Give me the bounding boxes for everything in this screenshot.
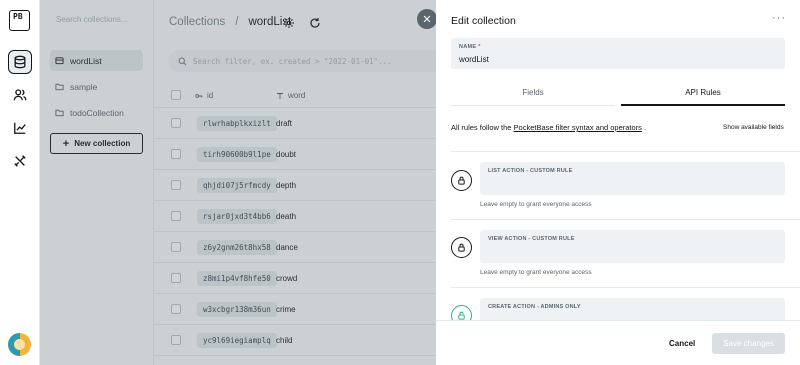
lock-icon bbox=[458, 176, 465, 185]
users-icon bbox=[13, 89, 27, 101]
unlock-icon bbox=[458, 311, 465, 320]
show-available-fields-button[interactable]: Show available fields bbox=[723, 124, 784, 131]
lock-icon bbox=[458, 243, 465, 252]
more-options-button[interactable]: ··· bbox=[772, 12, 786, 24]
panel-title: Edit collection bbox=[451, 15, 516, 27]
logo-text: PB bbox=[13, 12, 23, 21]
create-rule-label: CREATE ACTION - ADMINS ONLY bbox=[488, 304, 581, 310]
tab-fields[interactable]: Fields bbox=[451, 80, 615, 106]
name-field-label: NAME * bbox=[459, 44, 481, 50]
list-rule-label: LIST ACTION - CUSTOM RULE bbox=[488, 168, 573, 174]
tab-api-rules[interactable]: API Rules bbox=[621, 80, 785, 106]
collection-name-field[interactable]: NAME * wordList bbox=[451, 38, 785, 69]
name-field-value[interactable]: wordList bbox=[459, 55, 489, 64]
modal-overlay[interactable] bbox=[40, 0, 436, 365]
cancel-button[interactable]: Cancel bbox=[669, 339, 695, 348]
filter-syntax-link[interactable]: PocketBase filter syntax and operators bbox=[514, 123, 642, 132]
divider bbox=[451, 287, 800, 288]
required-marker: * bbox=[478, 44, 481, 50]
view-rule-hint: Leave empty to grant everyone access bbox=[480, 269, 592, 276]
list-rule-lock-toggle[interactable] bbox=[451, 170, 472, 191]
chart-icon bbox=[14, 122, 26, 134]
pocketbase-logo[interactable]: PB bbox=[9, 10, 30, 31]
list-rule-hint: Leave empty to grant everyone access bbox=[480, 201, 592, 208]
divider bbox=[451, 219, 800, 220]
tools-icon bbox=[14, 155, 26, 167]
avatar[interactable] bbox=[8, 333, 31, 356]
close-panel-button[interactable]: ✕ bbox=[417, 9, 437, 29]
app-rail: PB bbox=[0, 0, 40, 365]
logs-nav-button[interactable] bbox=[8, 116, 32, 140]
divider bbox=[451, 151, 800, 152]
list-rule-input[interactable]: LIST ACTION - CUSTOM RULE bbox=[480, 162, 785, 195]
rules-note: All rules follow the PocketBase filter s… bbox=[451, 123, 647, 132]
edit-collection-panel: Edit collection ··· NAME * wordList Fiel… bbox=[436, 0, 800, 365]
database-icon bbox=[14, 55, 26, 69]
view-rule-lock-toggle[interactable] bbox=[451, 237, 472, 258]
view-rule-label: VIEW ACTION - CUSTOM RULE bbox=[488, 236, 575, 242]
collections-nav-button[interactable] bbox=[8, 50, 32, 74]
save-changes-button[interactable]: Save changes bbox=[712, 333, 785, 354]
settings-nav-button[interactable] bbox=[8, 149, 32, 173]
close-icon: ✕ bbox=[422, 13, 432, 26]
view-rule-input[interactable]: VIEW ACTION - CUSTOM RULE bbox=[480, 230, 785, 263]
users-nav-button[interactable] bbox=[8, 83, 32, 107]
